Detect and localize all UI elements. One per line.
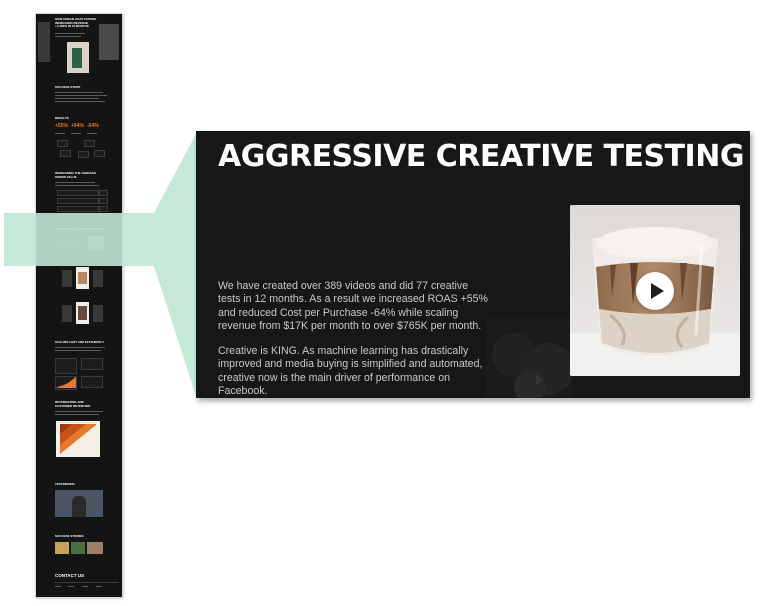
page-thumbnail: HOW URBAN GOAT COFFEE INCREASED REVENUE … — [36, 14, 122, 597]
hero-image-right — [99, 24, 119, 60]
thumb-section-aov: INCREASING THE AVERAGE ORDER VALUE — [55, 171, 97, 179]
thumb-contact-us[interactable]: CONTACT US — [55, 573, 84, 578]
thumb-section-creative-testing: AGGRESSIVE CREATIVE TESTING — [55, 227, 105, 231]
thumb-section-retargeting: RETARGETING AND CUSTOMER RETENTION — [55, 400, 91, 408]
thumb-result-2: +54% — [71, 123, 84, 129]
play-button[interactable] — [636, 272, 674, 310]
thumb-section-results: RESULTS — [55, 116, 69, 120]
thumb-section-scaling: SCALING FAST AND EFFICIENTLY — [55, 340, 105, 344]
creative-testing-section: AGGRESSIVE CREATIVE TESTING We have crea… — [196, 131, 750, 398]
section-paragraph-2: Creative is KING. As machine learning ha… — [218, 345, 483, 398]
thumb-creative-video — [88, 236, 104, 250]
play-icon — [651, 283, 664, 299]
thumb-cohort-heatmap — [56, 421, 100, 457]
background-decor-image — [486, 317, 572, 398]
thumb-result-3: -64% — [87, 123, 99, 129]
thumb-section-success-stories: SUCCESS STORIES — [55, 534, 84, 538]
hero-image-left — [38, 22, 50, 62]
hero-title: HOW URBAN GOAT COFFEE INCREASED REVENUE … — [55, 17, 97, 28]
thumb-section-success-story: SUCCESS STORY — [55, 85, 81, 89]
section-paragraph-1: We have created over 389 videos and did … — [218, 280, 488, 333]
thumb-growth-chart — [56, 377, 76, 388]
section-heading: AGGRESSIVE CREATIVE TESTING — [218, 139, 744, 174]
thumb-section-testimonial: TESTIMONIAL — [55, 482, 76, 486]
thumb-result-1: +55% — [55, 123, 68, 129]
